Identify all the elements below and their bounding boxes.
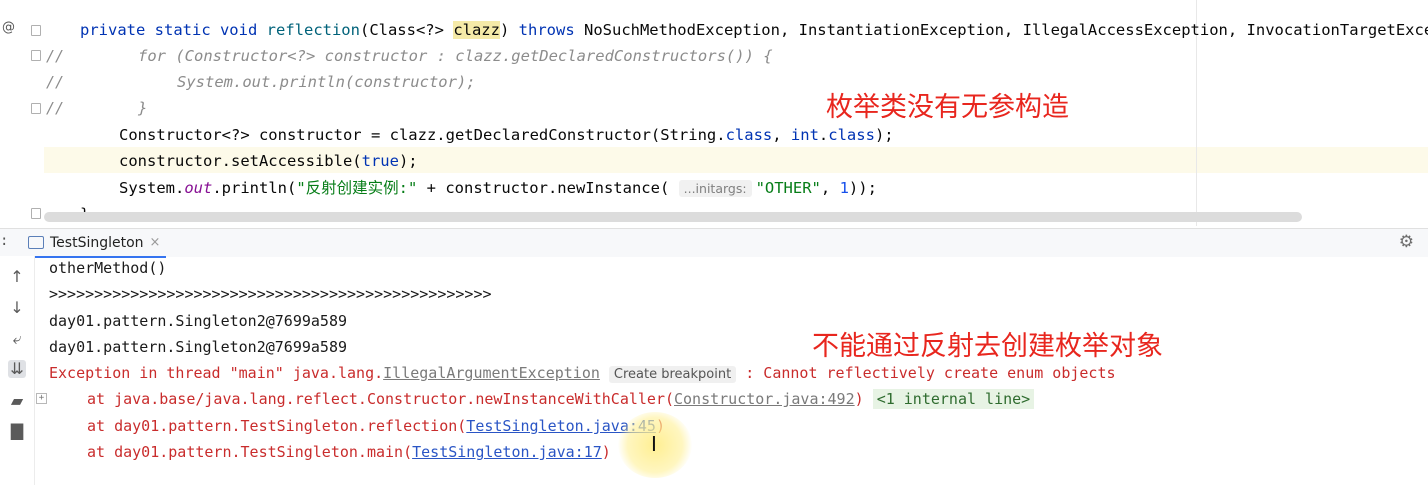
code-text: System. [119, 179, 185, 197]
stack-trace-line: at day01.pattern.TestSingleton.reflectio… [87, 413, 665, 439]
create-breakpoint-button[interactable]: Create breakpoint [608, 366, 737, 383]
horizontal-scrollbar[interactable] [44, 212, 1302, 222]
keyword: int [790, 126, 819, 144]
code-text: ); [874, 126, 894, 144]
keyword: class [725, 126, 773, 144]
trace-text: at day01.pattern.TestSingleton.main( [87, 443, 413, 461]
method-name: reflection [266, 21, 360, 39]
exception-message: : Cannot reflectively create enum object… [736, 364, 1116, 382]
commented-line[interactable]: } [138, 95, 147, 121]
run-tool-window-header: TestSingleton × [0, 228, 1428, 258]
code-line-signature[interactable]: private static void reflection(Class<?> … [80, 17, 1428, 43]
console-line: day01.pattern.Singleton2@7699a589 [49, 338, 348, 356]
keyword: true [361, 152, 399, 170]
string-literal: "OTHER" [755, 179, 821, 197]
trace-text: ) [854, 390, 864, 408]
code-line-set-accessible[interactable]: constructor.setAccessible(true); [119, 148, 418, 174]
code-text: Constructor<?> constructor = clazz.getDe… [119, 126, 726, 144]
trace-text: ) [601, 443, 611, 461]
fold-icon[interactable] [31, 208, 41, 219]
comment-prefix: // [46, 73, 65, 91]
fold-icon[interactable] [31, 25, 41, 36]
code-text: )); [848, 179, 877, 197]
annotation-cannot-reflect-enum: 不能通过反射去创建枚举对象 [812, 331, 1163, 362]
internal-lines-fold[interactable]: <1 internal line> [872, 389, 1035, 409]
code-text: NoSuchMethodException, InstantiationExce… [574, 21, 1428, 39]
fold-icon[interactable] [31, 50, 41, 61]
stack-trace-line: at java.base/java.lang.reflect.Construct… [87, 386, 1035, 412]
keyword: throws [518, 21, 575, 39]
text-cursor-icon: I [651, 432, 657, 456]
code-text: (Class<?> [359, 21, 454, 39]
code-text: + constructor.newInstance( [417, 179, 679, 197]
scroll-to-end-icon[interactable]: ⇊ [8, 360, 26, 378]
print-icon[interactable]: ▰ [8, 392, 26, 410]
code-line-constructor[interactable]: Constructor<?> constructor = clazz.getDe… [119, 122, 894, 148]
stack-trace-line: at day01.pattern.TestSingleton.main(Test… [87, 439, 611, 465]
close-icon[interactable]: × [150, 235, 161, 250]
code-text: , [820, 179, 840, 197]
tab-label: TestSingleton [50, 234, 144, 251]
trace-text: at java.base/java.lang.reflect.Construct… [87, 390, 674, 408]
trace-text: at day01.pattern.TestSingleton.reflectio… [87, 417, 467, 435]
code-text: . [818, 126, 829, 144]
trash-icon[interactable]: ▇ [8, 422, 26, 440]
code-text: ); [398, 152, 418, 170]
source-link[interactable]: TestSingleton.java:17 [412, 443, 602, 461]
highlighted-param: clazz [453, 21, 500, 39]
tab-test-singleton[interactable]: TestSingleton × [22, 229, 167, 258]
down-arrow-icon[interactable]: ↓ [8, 299, 26, 317]
console-line: >>>>>>>>>>>>>>>>>>>>>>>>>>>>>>>>>>>>>>>>… [49, 285, 492, 303]
annotation-enum-no-default-constructor: 枚举类没有无参构造 [826, 92, 1069, 123]
keyword: class [828, 126, 875, 144]
exception-line: Exception in thread "main" java.lang.Ill… [49, 360, 1116, 386]
override-marker-icon[interactable]: @ [2, 20, 15, 35]
header-colon: : [0, 233, 9, 249]
number-literal: 1 [839, 179, 849, 197]
exception-prefix: Exception in thread "main" java.lang. [49, 364, 384, 382]
exception-class-link[interactable]: IllegalArgumentException [383, 364, 600, 382]
source-link[interactable]: Constructor.java:492 [674, 390, 855, 408]
fold-icon[interactable] [31, 103, 41, 114]
parameter-hint: ...initargs: [678, 180, 752, 197]
keyword: private static void [80, 21, 258, 39]
code-text: ) [499, 21, 519, 39]
up-arrow-icon[interactable]: ↑ [8, 268, 26, 286]
soft-wrap-icon[interactable]: ⤶ [8, 330, 26, 348]
comment-prefix: // [46, 99, 65, 117]
console-line: day01.pattern.Singleton2@7699a589 [49, 312, 348, 330]
commented-line[interactable]: System.out.println(constructor); [177, 69, 476, 95]
code-text: constructor.setAccessible( [119, 152, 362, 170]
comment-prefix: // [46, 47, 65, 65]
console-line: otherMethod() [49, 259, 167, 277]
editor-gutter[interactable]: @ [0, 0, 44, 226]
string-literal: "反射创建实例:" [296, 179, 418, 197]
code-text: .println( [212, 179, 297, 197]
gear-icon[interactable]: ⚙ [1399, 232, 1414, 252]
console-output[interactable]: otherMethod() >>>>>>>>>>>>>>>>>>>>>>>>>>… [34, 256, 1428, 485]
static-field: out [184, 179, 213, 197]
code-editor[interactable]: @ private static void reflection(Class<?… [0, 0, 1428, 226]
code-text: , [772, 126, 791, 144]
expand-icon[interactable]: + [36, 393, 47, 404]
run-tab-icon [28, 236, 44, 249]
commented-line[interactable]: for (Constructor<?> constructor : clazz.… [138, 43, 773, 69]
console-toolbar: ↑ ↓ ⤶ ⇊ ▰ ▇ [0, 256, 35, 485]
code-line-println[interactable]: System.out.println("反射创建实例:" + construct… [119, 175, 877, 201]
